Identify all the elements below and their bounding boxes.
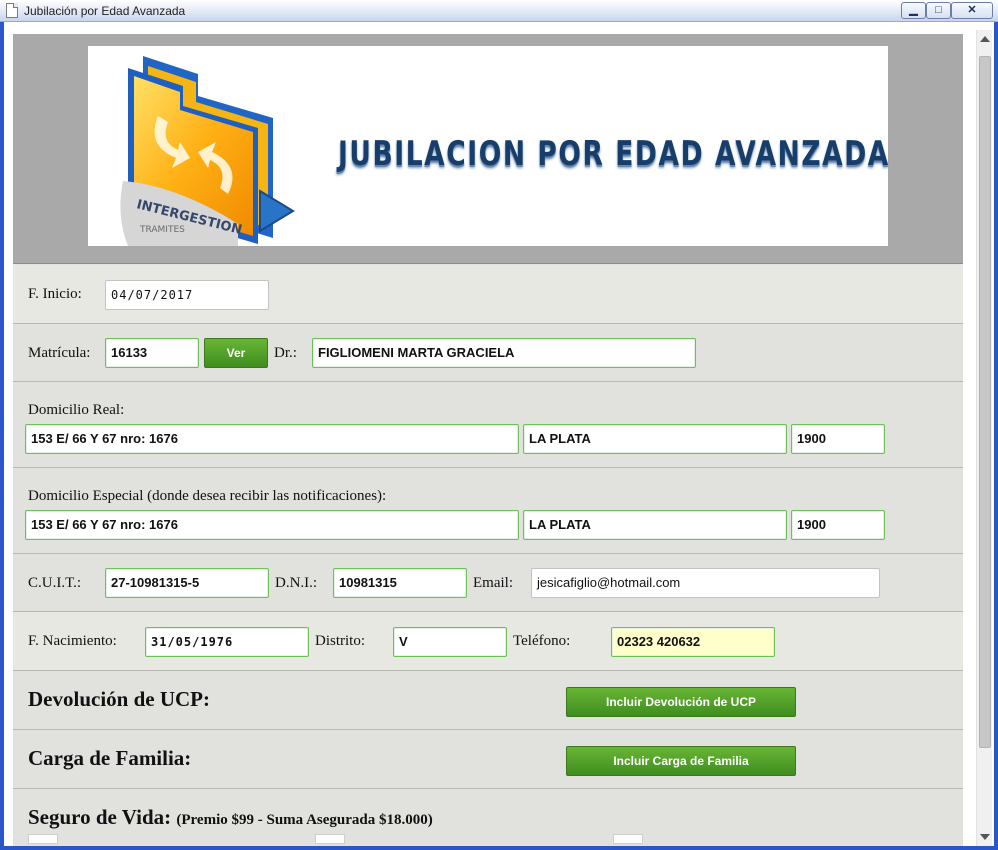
nacimiento-label: F. Nacimiento: <box>28 633 117 649</box>
distrito-field[interactable]: V <box>393 627 507 657</box>
section-ucp: Devolución de UCP: Incluir Devolución de… <box>13 671 963 730</box>
incluir-ucp-button[interactable]: Incluir Devolución de UCP <box>566 687 796 717</box>
email-field[interactable]: jesicafiglio@hotmail.com <box>531 568 880 598</box>
domicilio-especial-city-field[interactable]: LA PLATA <box>523 510 787 540</box>
logo-text-tramites: TRAMITES <box>139 225 185 235</box>
domicilio-especial-zip-field[interactable]: 1900 <box>791 510 885 540</box>
familia-label: Carga de Familia: <box>28 746 192 770</box>
section-familia: Carga de Familia: Incluir Carga de Famil… <box>13 730 963 789</box>
section-inicio: F. Inicio: 04/07/2017 <box>13 265 963 324</box>
minimize-button[interactable]: ▁ <box>901 2 926 19</box>
email-label: Email: <box>473 575 513 591</box>
seguro-option-2[interactable] <box>315 834 345 844</box>
seguro-option-3[interactable] <box>613 834 643 844</box>
dni-field[interactable]: 10981315 <box>333 568 467 598</box>
vertical-scrollbar[interactable] <box>976 30 992 846</box>
folder-logo-icon: INTERGESTION TRAMITES <box>120 56 295 246</box>
seguro-detail: (Premio $99 - Suma Asegurada $18.000) <box>176 812 433 828</box>
seguro-option-1[interactable] <box>28 834 58 844</box>
ver-button[interactable]: Ver <box>204 338 268 368</box>
matricula-field[interactable]: 16133 <box>105 338 199 368</box>
ucp-label: Devolución de UCP: <box>28 687 210 711</box>
close-button[interactable]: ✕ <box>951 2 993 19</box>
domicilio-especial-label: Domicilio Especial (donde desea recibir … <box>28 488 387 504</box>
seguro-title: Seguro de Vida: <box>28 805 172 829</box>
form-page: INTERGESTION TRAMITES JUBILACION POR EDA… <box>13 34 963 846</box>
banner-title: JUBILACION POR EDAD AVANZADA <box>338 134 890 174</box>
domicilio-real-label: Domicilio Real: <box>28 402 125 418</box>
nacimiento-date-field[interactable]: 31/05/1976 <box>145 627 309 657</box>
seguro-label: Seguro de Vida: (Premio $99 - Suma Asegu… <box>28 805 433 830</box>
matricula-label: Matrícula: <box>28 345 91 361</box>
scroll-down-icon[interactable] <box>980 834 990 840</box>
doctor-name-field[interactable]: FIGLIOMENI MARTA GRACIELA <box>312 338 696 368</box>
header-banner-area: INTERGESTION TRAMITES JUBILACION POR EDA… <box>13 34 963 264</box>
window-title: Jubilación por Edad Avanzada <box>24 4 186 18</box>
inicio-date-field[interactable]: 04/07/2017 <box>105 280 269 310</box>
window-content: INTERGESTION TRAMITES JUBILACION POR EDA… <box>4 22 994 846</box>
domicilio-especial-address-field[interactable]: 153 E/ 66 Y 67 nro: 1676 <box>25 510 519 540</box>
section-domicilio-real: Domicilio Real: 153 E/ 66 Y 67 nro: 1676… <box>13 382 963 468</box>
cuit-field[interactable]: 27-10981315-5 <box>105 568 269 598</box>
domicilio-real-city-field[interactable]: LA PLATA <box>523 424 787 454</box>
telefono-field[interactable]: 02323 420632 <box>611 627 775 657</box>
header-banner: INTERGESTION TRAMITES JUBILACION POR EDA… <box>88 46 888 246</box>
document-icon <box>6 3 18 18</box>
title-bar[interactable]: Jubilación por Edad Avanzada ▁ □ ✕ <box>0 0 998 22</box>
domicilio-real-zip-field[interactable]: 1900 <box>791 424 885 454</box>
section-seguro: Seguro de Vida: (Premio $99 - Suma Asegu… <box>13 789 963 846</box>
doctor-label: Dr.: <box>274 345 297 361</box>
scroll-up-icon[interactable] <box>980 36 990 42</box>
incluir-familia-button[interactable]: Incluir Carga de Familia <box>566 746 796 776</box>
section-matricula: Matrícula: 16133 Ver Dr.: FIGLIOMENI MAR… <box>13 324 963 382</box>
section-identificacion: C.U.I.T.: 27-10981315-5 D.N.I.: 10981315… <box>13 554 963 612</box>
telefono-label: Teléfono: <box>513 633 571 649</box>
inicio-label: F. Inicio: <box>28 286 82 302</box>
cuit-label: C.U.I.T.: <box>28 575 82 591</box>
dni-label: D.N.I.: <box>275 575 318 591</box>
maximize-button[interactable]: □ <box>926 2 951 19</box>
app-window: Jubilación por Edad Avanzada ▁ □ ✕ INTER… <box>0 0 998 850</box>
section-domicilio-especial: Domicilio Especial (donde desea recibir … <box>13 468 963 554</box>
domicilio-real-address-field[interactable]: 153 E/ 66 Y 67 nro: 1676 <box>25 424 519 454</box>
section-nacimiento: F. Nacimiento: 31/05/1976 Distrito: V Te… <box>13 612 963 671</box>
distrito-label: Distrito: <box>315 633 366 649</box>
scroll-thumb[interactable] <box>979 56 991 748</box>
